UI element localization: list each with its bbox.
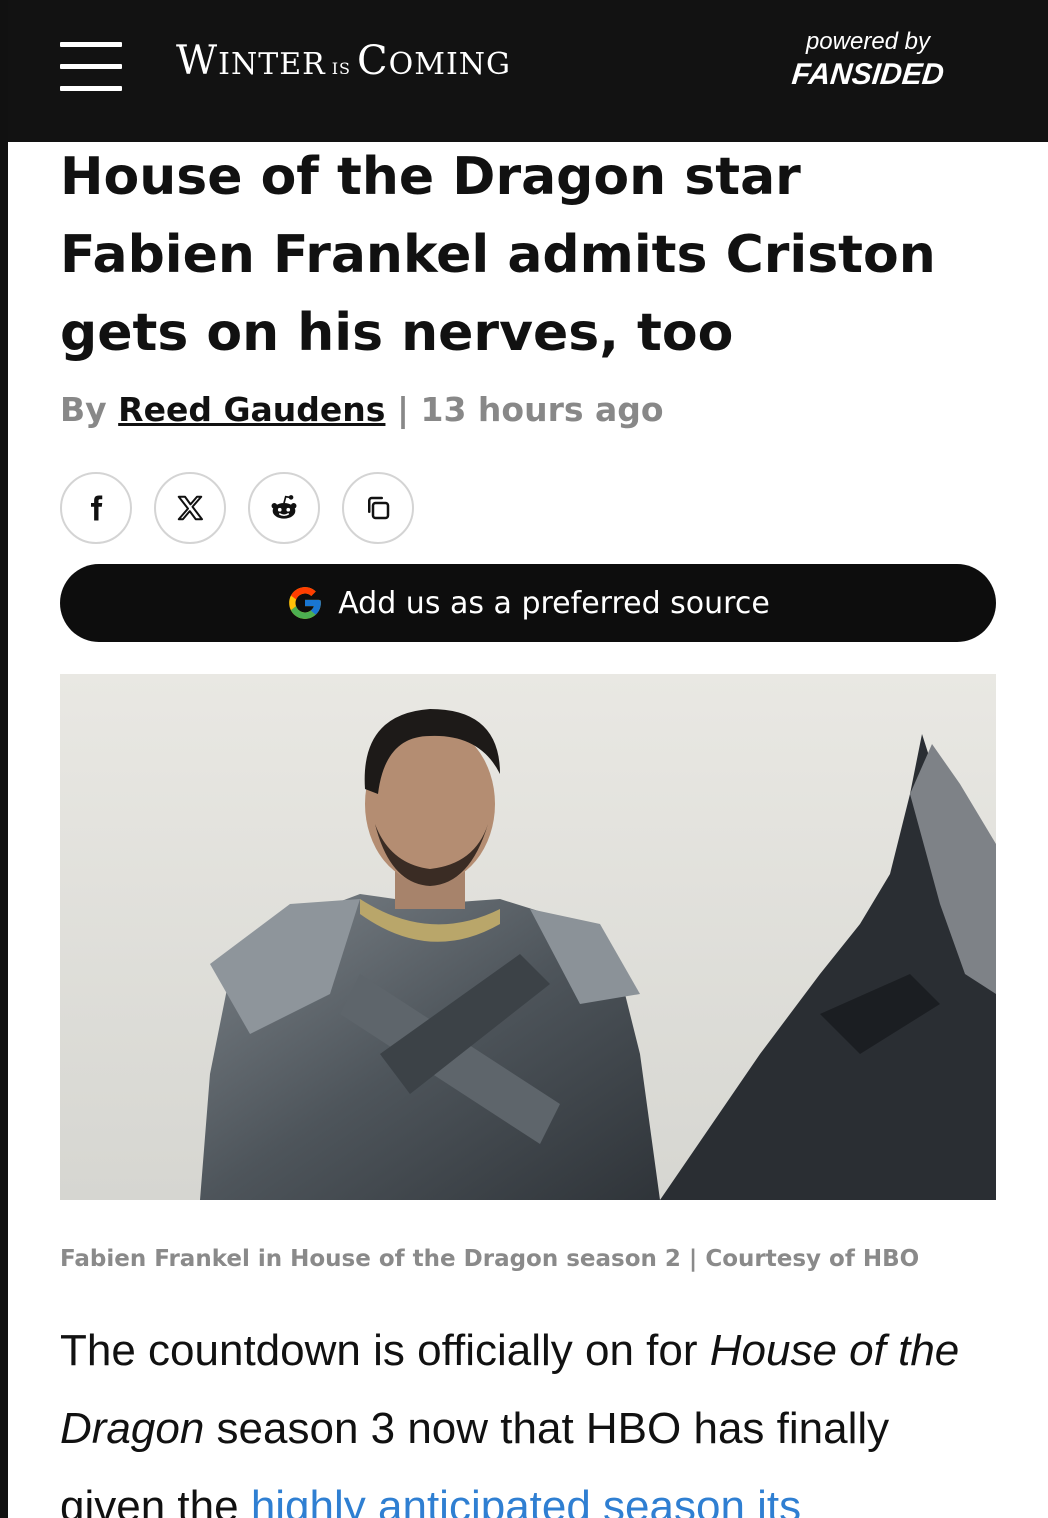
- article-body: The countdown is officially on for House…: [60, 1312, 990, 1518]
- byline-prefix: By: [60, 390, 107, 429]
- powered-by-fansided[interactable]: powered by FANSIDED: [788, 28, 948, 92]
- logo-inter: INTER: [218, 47, 326, 82]
- copy-link-icon: [368, 496, 390, 520]
- author-link[interactable]: Reed Gaudens: [118, 390, 385, 429]
- byline-separator: |: [396, 390, 410, 429]
- facebook-icon: [91, 495, 103, 521]
- powered-by-label: powered by: [805, 28, 931, 55]
- byline: By Reed Gaudens | 13 hours ago: [60, 390, 664, 429]
- preferred-source-label: Add us as a preferred source: [338, 585, 770, 621]
- facebook-share-button[interactable]: [60, 472, 132, 544]
- logo-c: C: [357, 38, 389, 84]
- reddit-icon: [271, 495, 297, 519]
- logo-oming: OMING: [388, 47, 512, 82]
- body-link[interactable]: highly anticipated season its: [251, 1482, 801, 1518]
- site-logo[interactable]: W INTER IS C OMING: [176, 38, 511, 88]
- publish-time: 13 hours ago: [420, 390, 664, 429]
- copy-link-button[interactable]: [342, 472, 414, 544]
- left-edge: [0, 0, 8, 1518]
- logo-w: W: [176, 38, 219, 84]
- share-buttons: [60, 472, 414, 544]
- add-preferred-source-button[interactable]: Add us as a preferred source: [60, 564, 996, 642]
- hero-image: [60, 674, 996, 1200]
- x-icon: [177, 495, 203, 521]
- article-headline: House of the Dragon star Fabien Frankel …: [60, 147, 936, 363]
- body-text-1: The countdown is officially on for: [60, 1326, 710, 1375]
- menu-icon[interactable]: [60, 42, 122, 92]
- image-caption: Fabien Frankel in House of the Dragon se…: [60, 1246, 920, 1272]
- site-header: W INTER IS C OMING powered by FANSIDED: [8, 0, 1048, 142]
- fansided-logo: FANSIDED: [790, 58, 946, 91]
- x-share-button[interactable]: [154, 472, 226, 544]
- hero-photo-illustration: [60, 674, 996, 1200]
- google-icon: [289, 587, 322, 619]
- logo-is: IS: [331, 59, 352, 78]
- reddit-share-button[interactable]: [248, 472, 320, 544]
